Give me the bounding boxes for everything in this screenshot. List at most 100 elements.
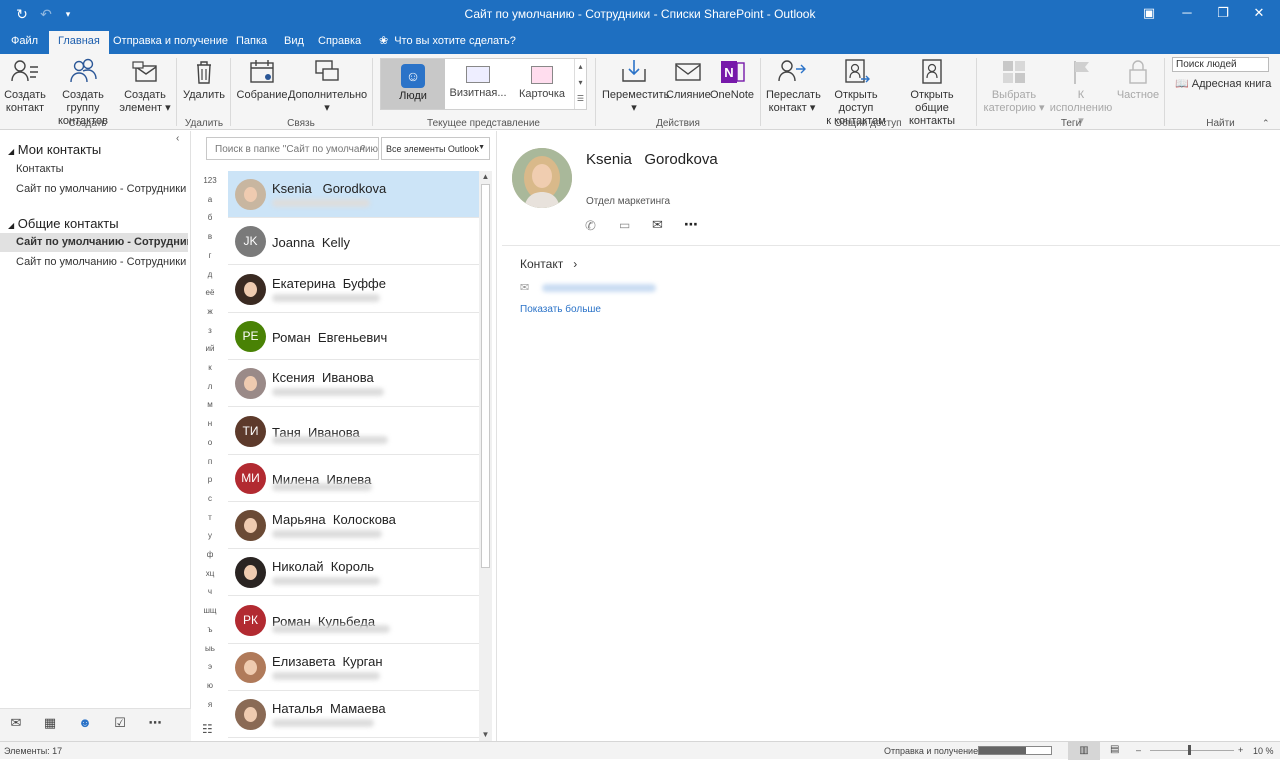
mail-icon[interactable]: ✉ bbox=[4, 715, 28, 735]
alphabet-letter[interactable]: 123 bbox=[192, 176, 228, 185]
minimize-icon[interactable]: ─ bbox=[1170, 0, 1204, 28]
search-input[interactable]: Поиск в папке "Сайт по умолчанию - Сотру… bbox=[206, 137, 379, 160]
collapse-ribbon-icon[interactable]: ⌃ bbox=[1262, 118, 1270, 129]
address-book-button[interactable]: 📖 Адресная книга bbox=[1175, 77, 1271, 90]
contact-row[interactable]: Ксения Иванова bbox=[228, 360, 479, 408]
tab-file[interactable]: Файл bbox=[2, 31, 47, 54]
ribbon-display-icon[interactable]: ▣ bbox=[1132, 0, 1166, 28]
address-book-globe-icon[interactable]: ☷ bbox=[202, 722, 213, 736]
alphabet-letter[interactable]: н bbox=[192, 419, 228, 428]
folder-shared-employees[interactable]: Сайт по умолчанию - Сотрудники bbox=[0, 233, 188, 252]
gallery-scroll[interactable]: ▴ ▾ ☰ bbox=[574, 59, 586, 109]
tab-view[interactable]: Вид bbox=[275, 31, 313, 54]
folder-shared-sharepoint-list[interactable]: Сайт по умолчанию - Сотрудники - Списки … bbox=[0, 253, 188, 272]
reading-view-icon[interactable]: ▤ bbox=[1110, 744, 1119, 755]
contact-row[interactable]: Марьяна Колоскова bbox=[228, 502, 479, 550]
contact-row[interactable]: МИ Милена Ивлева bbox=[228, 455, 479, 502]
tab-send-receive[interactable]: Отправка и получение bbox=[104, 31, 237, 54]
tab-folder[interactable]: Папка bbox=[227, 31, 276, 54]
alphabet-letter[interactable]: т bbox=[192, 513, 228, 522]
alphabet-letter[interactable]: ю bbox=[192, 681, 228, 690]
alphabet-letter[interactable]: р bbox=[192, 475, 228, 484]
scroll-thumb[interactable] bbox=[481, 184, 490, 568]
tab-home[interactable]: Главная bbox=[49, 31, 109, 54]
alphabet-letter[interactable]: к bbox=[192, 363, 228, 372]
new-contact-button[interactable]: Создать контакт bbox=[3, 57, 47, 115]
view-people-button[interactable]: ☺ Люди bbox=[381, 59, 445, 109]
folder-contacts[interactable]: Контакты bbox=[0, 160, 188, 179]
more-options-icon[interactable]: ⋯ bbox=[684, 216, 698, 233]
contact-row[interactable]: Николай Король bbox=[228, 549, 479, 597]
email-value-redacted[interactable] bbox=[542, 284, 656, 292]
shared-contacts-header[interactable]: ◢ Общие контакты bbox=[8, 216, 119, 231]
tasks-icon[interactable]: ☑ bbox=[108, 715, 132, 735]
alphabet-letter[interactable]: о bbox=[192, 438, 228, 447]
mail-merge-button[interactable]: Слияние bbox=[666, 57, 711, 102]
close-icon[interactable]: ✕ bbox=[1242, 0, 1276, 28]
alphabet-letter[interactable]: ч bbox=[192, 587, 228, 596]
tell-me-box[interactable]: ❀ Что вы хотите сделать? bbox=[370, 31, 525, 54]
new-items-button[interactable]: Создать элемент ▾ bbox=[119, 57, 171, 115]
alphabet-letter[interactable]: в bbox=[192, 232, 228, 241]
alphabet-letter[interactable]: ий bbox=[192, 344, 228, 353]
alphabet-letter[interactable]: ъ bbox=[192, 625, 228, 634]
more-modules-icon[interactable]: ⋯ bbox=[143, 715, 167, 735]
meeting-button[interactable]: Собрание bbox=[236, 57, 288, 102]
alphabet-letter[interactable]: б bbox=[192, 213, 228, 222]
restore-icon[interactable]: ❐ bbox=[1206, 0, 1240, 28]
folder-sharepoint-list[interactable]: Сайт по умолчанию - Сотрудники - Списки … bbox=[0, 180, 188, 199]
contact-list-scrollbar[interactable]: ▲ ▼ bbox=[479, 171, 492, 741]
my-contacts-header[interactable]: ◢ Мои контакты bbox=[8, 142, 101, 157]
contact-row[interactable]: ТИ Таня Иванова bbox=[228, 408, 479, 455]
alphabet-letter[interactable]: п bbox=[192, 457, 228, 466]
contact-row[interactable]: Наталья Мамаева bbox=[228, 691, 479, 739]
contact-section-header[interactable]: Контакт › bbox=[520, 257, 577, 271]
email-icon[interactable]: ✉ bbox=[652, 217, 663, 233]
people-icon[interactable]: ☻ bbox=[73, 715, 97, 735]
contact-row[interactable]: Екатерина Буффе bbox=[228, 266, 479, 313]
delete-button[interactable]: Удалить bbox=[182, 57, 226, 102]
chat-icon[interactable]: ▭ bbox=[619, 218, 630, 232]
alphabet-letter[interactable]: ыь bbox=[192, 644, 228, 653]
show-more-link[interactable]: Показать больше bbox=[520, 304, 601, 315]
scroll-up-icon[interactable]: ▲ bbox=[479, 171, 492, 183]
alphabet-letter[interactable]: её bbox=[192, 288, 228, 297]
zoom-out-icon[interactable]: – bbox=[1136, 745, 1141, 755]
phone-icon[interactable]: ✆ bbox=[585, 218, 596, 234]
view-card-button[interactable]: Карточка bbox=[511, 59, 573, 109]
view-business-card-button[interactable]: Визитная... bbox=[447, 59, 509, 109]
forward-contact-button[interactable]: Переслать контакт ▾ bbox=[766, 57, 821, 115]
alphabet-letter[interactable]: ф bbox=[192, 550, 228, 559]
collapse-pane-icon[interactable]: ‹ bbox=[176, 133, 179, 144]
contact-row[interactable]: JK Joanna Kelly bbox=[228, 218, 479, 266]
search-people-input[interactable]: Поиск людей bbox=[1172, 57, 1269, 72]
zoom-in-icon[interactable]: + bbox=[1238, 745, 1243, 755]
alphabet-letter[interactable]: г bbox=[192, 251, 228, 260]
alphabet-letter[interactable]: л bbox=[192, 382, 228, 391]
alphabet-letter[interactable]: шщ bbox=[192, 606, 228, 615]
contact-row[interactable]: Елизавета Курган bbox=[228, 644, 479, 691]
alphabet-letter[interactable]: ж bbox=[192, 307, 228, 316]
calendar-icon[interactable]: ▦ bbox=[38, 715, 62, 735]
categorize-button[interactable]: Выбрать категорию ▾ bbox=[982, 57, 1046, 115]
alphabet-letter[interactable]: я bbox=[192, 700, 228, 709]
scroll-down-icon[interactable]: ▼ bbox=[479, 729, 492, 741]
onenote-button[interactable]: N OneNote bbox=[710, 57, 754, 102]
alphabet-letter[interactable]: у bbox=[192, 531, 228, 540]
alphabet-letter[interactable]: м bbox=[192, 400, 228, 409]
tab-help[interactable]: Справка bbox=[309, 31, 370, 54]
search-icon[interactable]: ⌕ bbox=[360, 141, 366, 154]
search-scope-dropdown[interactable]: Все элементы Outlook ▼ bbox=[381, 137, 490, 160]
alphabet-letter[interactable]: э bbox=[192, 662, 228, 671]
more-communicate-button[interactable]: Дополнительно ▾ bbox=[288, 57, 367, 115]
alphabet-letter[interactable]: а bbox=[192, 195, 228, 204]
zoom-slider[interactable] bbox=[1150, 750, 1234, 751]
private-button[interactable]: Частное bbox=[1116, 57, 1160, 102]
contact-row[interactable]: РЕ Роман Евгеньевич bbox=[228, 313, 479, 360]
alphabet-letter[interactable]: хц bbox=[192, 569, 228, 578]
normal-view-icon[interactable]: ▥ bbox=[1068, 742, 1100, 760]
alphabet-letter[interactable]: с bbox=[192, 494, 228, 503]
contact-row[interactable]: Ksenia Gorodkova bbox=[228, 171, 479, 218]
alphabet-letter[interactable]: з bbox=[192, 326, 228, 335]
zoom-thumb[interactable] bbox=[1188, 745, 1191, 755]
